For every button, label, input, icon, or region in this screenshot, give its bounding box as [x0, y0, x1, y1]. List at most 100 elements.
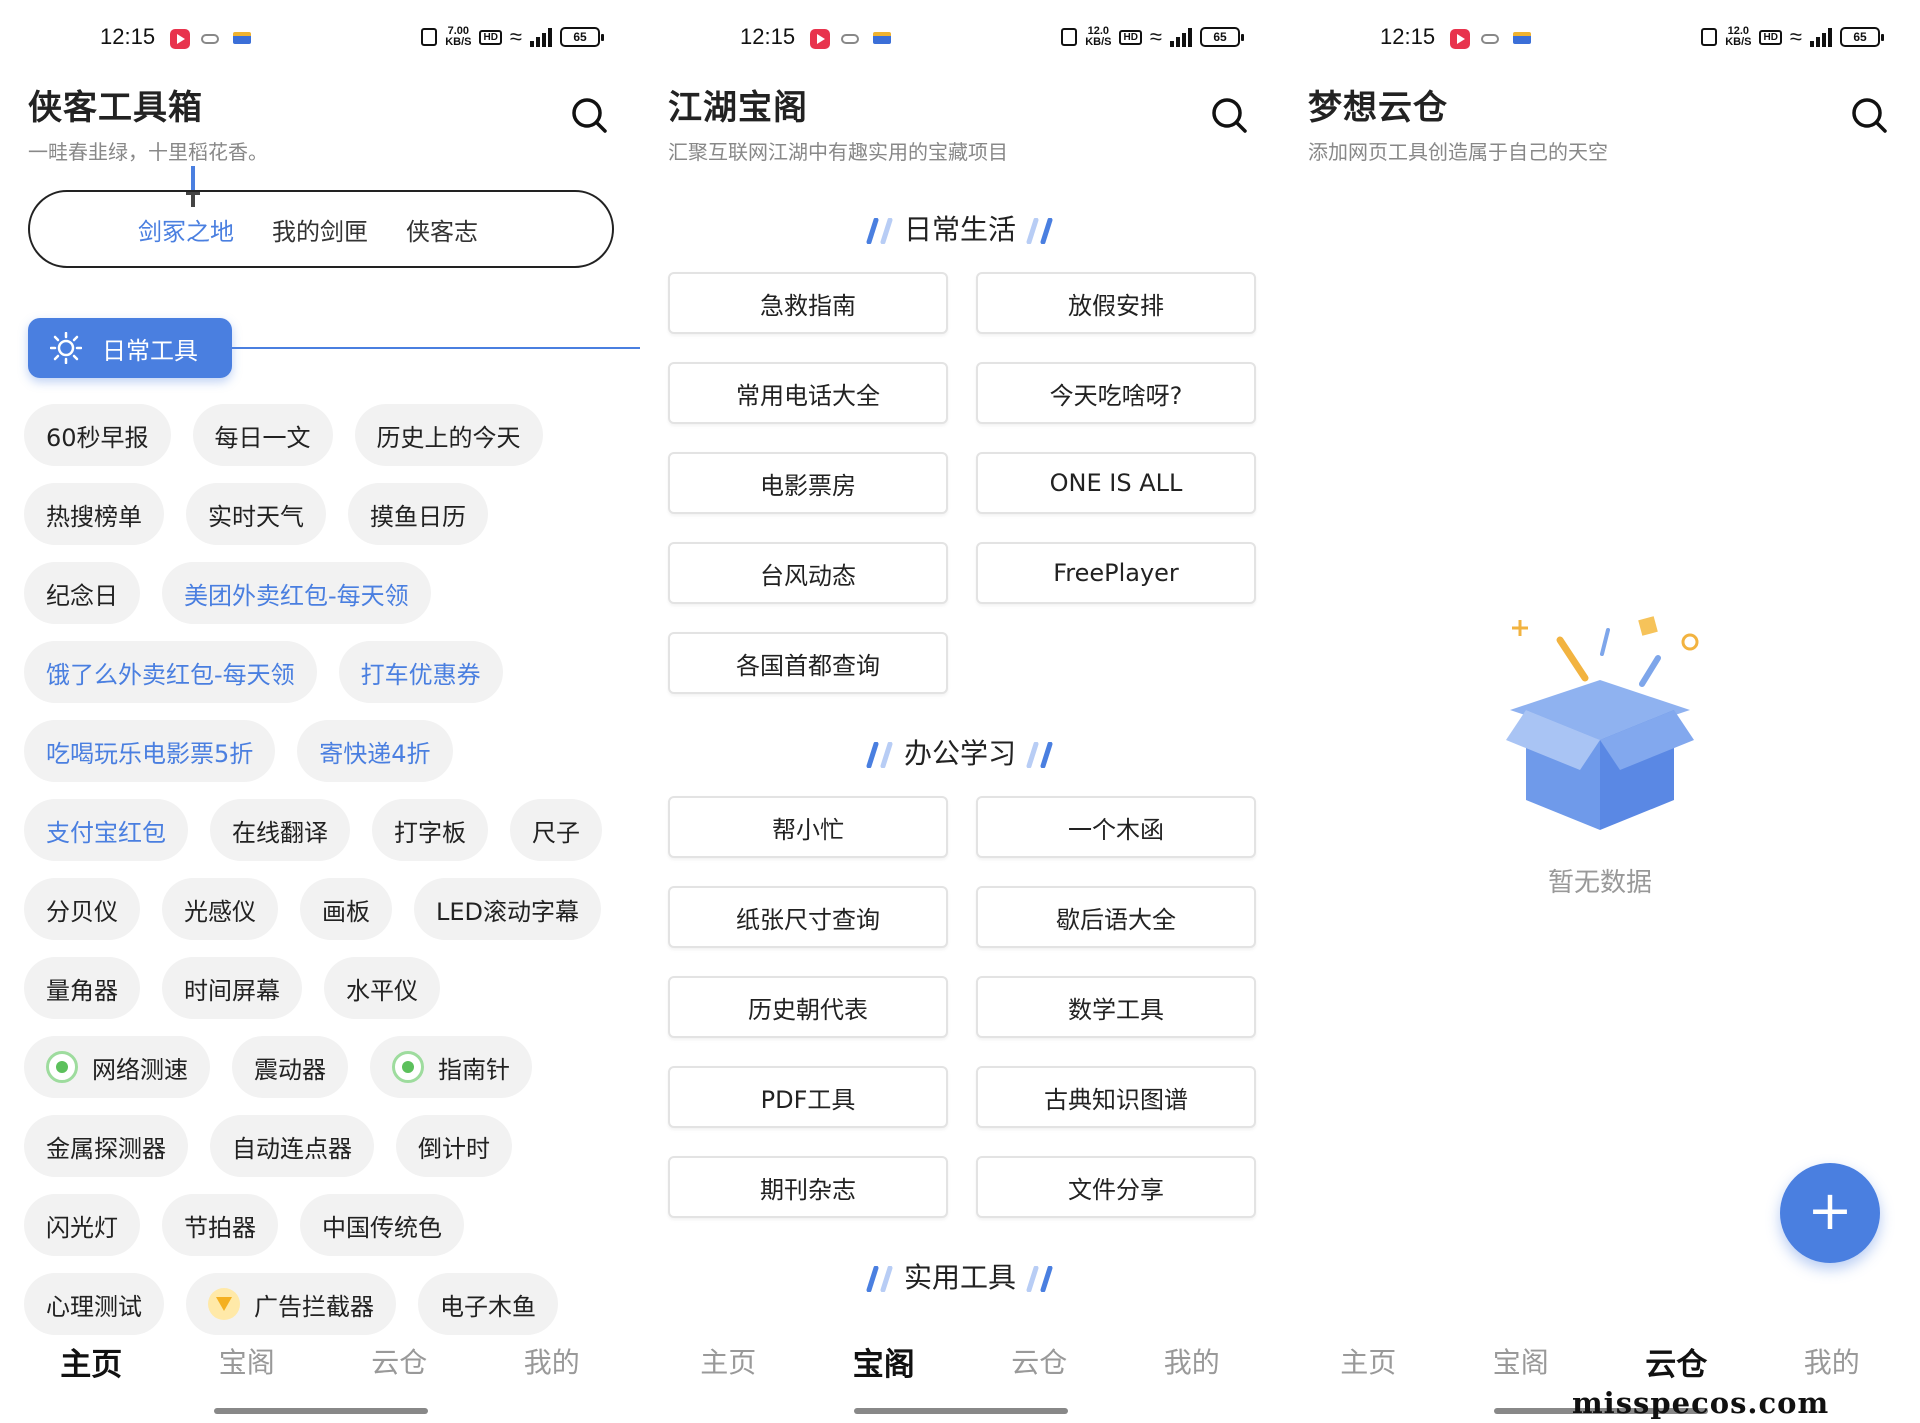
nav-cloud[interactable]: 云仓: [1645, 1339, 1707, 1384]
nav-home[interactable]: 主页: [700, 1341, 756, 1381]
tool-chip-label: 美团外卖红包-每天领: [184, 581, 409, 610]
home-indicator[interactable]: [854, 1408, 1068, 1414]
empty-state-text: 暂无数据: [1547, 868, 1652, 898]
tool-chip[interactable]: 震动器: [232, 1036, 348, 1098]
tool-chip[interactable]: 纪念日: [24, 562, 140, 624]
treasure-card[interactable]: 各国首都查询: [668, 632, 948, 694]
tool-chip[interactable]: 打车优惠券: [338, 641, 503, 703]
tool-chip[interactable]: 60秒早报: [24, 404, 171, 466]
home-indicator[interactable]: [214, 1408, 428, 1414]
tool-chip[interactable]: 自动连点器: [210, 1115, 374, 1177]
tool-chip[interactable]: 寄快递4折: [297, 720, 453, 782]
nav-cloud[interactable]: 云仓: [371, 1341, 427, 1381]
tool-chip[interactable]: 热搜榜单: [24, 483, 164, 545]
wallet-app-icon: [873, 32, 891, 44]
treasure-card[interactable]: FreePlayer: [976, 542, 1256, 604]
tool-chip[interactable]: 吃喝玩乐电影票5折: [24, 720, 276, 782]
nav-home[interactable]: 主页: [60, 1339, 122, 1384]
treasure-card[interactable]: 文件分享: [976, 1156, 1256, 1218]
tool-chip[interactable]: 倒计时: [396, 1115, 512, 1177]
tool-chip[interactable]: 在线翻译: [210, 799, 350, 861]
tool-chip[interactable]: 历史上的今天: [354, 404, 543, 466]
radar-icon: [392, 1051, 424, 1083]
search-icon[interactable]: [1850, 96, 1888, 134]
tool-chip-label: 饿了么外卖红包-每天领: [46, 660, 295, 689]
nav-treasure[interactable]: 宝阁: [853, 1339, 915, 1384]
bottom-nav: 主页 宝阁 云仓 我的: [1280, 1336, 1920, 1386]
tool-chip[interactable]: 网络测速: [24, 1036, 210, 1098]
tab-my-sword-box[interactable]: 我的剑匣: [272, 212, 368, 247]
search-icon[interactable]: [1210, 96, 1248, 134]
tool-chip[interactable]: 指南针: [370, 1036, 532, 1098]
treasure-card[interactable]: 台风动态: [668, 542, 948, 604]
treasure-card[interactable]: 帮小忙: [668, 796, 948, 858]
tool-chip[interactable]: 支付宝红包: [24, 799, 188, 861]
nav-mine[interactable]: 我的: [1164, 1341, 1220, 1381]
tool-chip-label: 尺子: [532, 818, 580, 847]
tab-hero-log[interactable]: 侠客志: [406, 212, 478, 247]
tool-chip[interactable]: 时间屏幕: [162, 957, 302, 1019]
search-icon[interactable]: [570, 96, 608, 134]
treasure-card[interactable]: 电影票房: [668, 452, 948, 514]
tool-chip[interactable]: 分贝仪: [24, 878, 140, 940]
treasure-card[interactable]: 纸张尺寸查询: [668, 886, 948, 948]
segmented-tabs: 剑冢之地 我的剑匣 侠客志: [28, 190, 614, 268]
tool-chip[interactable]: 金属探测器: [24, 1115, 188, 1177]
hd-icon: HD: [479, 29, 502, 45]
tool-chip[interactable]: 水平仪: [324, 957, 440, 1019]
treasure-card[interactable]: PDF工具: [668, 1066, 948, 1128]
treasure-card[interactable]: 一个木函: [976, 796, 1256, 858]
tool-chip[interactable]: 电子木鱼: [418, 1273, 558, 1335]
treasure-card[interactable]: 数学工具: [976, 976, 1256, 1038]
page-title: 江湖宝阁: [668, 88, 808, 128]
video-app-icon: [810, 29, 830, 49]
slash-deco-icon: [866, 742, 893, 768]
tool-chip[interactable]: 光感仪: [162, 878, 278, 940]
nav-mine[interactable]: 我的: [1804, 1341, 1860, 1381]
tool-chip-label: 打车优惠券: [360, 660, 481, 689]
treasure-card[interactable]: 歇后语大全: [976, 886, 1256, 948]
bottom-nav: 主页 宝阁 云仓 我的: [0, 1336, 640, 1386]
treasure-card[interactable]: ONE IS ALL: [976, 452, 1256, 514]
nav-treasure[interactable]: 宝阁: [219, 1341, 275, 1381]
page-subtitle: 添加网页工具创造属于自己的天空: [1308, 140, 1608, 164]
sun-icon: [50, 332, 82, 364]
tool-chip[interactable]: 中国传统色: [300, 1194, 464, 1256]
bottom-nav: 主页 宝阁 云仓 我的: [640, 1336, 1280, 1386]
tool-chip[interactable]: 画板: [300, 878, 392, 940]
nav-mine[interactable]: 我的: [524, 1341, 580, 1381]
wallet-app-icon: [233, 32, 251, 44]
treasure-card[interactable]: 急救指南: [668, 272, 948, 334]
tool-chip[interactable]: 每日一文: [192, 404, 333, 466]
tool-chip[interactable]: 广告拦截器: [186, 1273, 396, 1335]
category-header-office: 办公学习: [640, 732, 1280, 772]
tool-chip[interactable]: 美团外卖红包-每天领: [162, 562, 431, 624]
treasure-card[interactable]: 放假安排: [976, 272, 1256, 334]
add-button[interactable]: +: [1780, 1163, 1880, 1263]
tool-chip[interactable]: 实时天气: [186, 483, 326, 545]
tool-chip[interactable]: 心理测试: [24, 1273, 164, 1335]
tool-chip[interactable]: 节拍器: [162, 1194, 278, 1256]
nav-cloud[interactable]: 云仓: [1011, 1341, 1067, 1381]
tool-chip[interactable]: 摸鱼日历: [348, 483, 488, 545]
tab-sword-land[interactable]: 剑冢之地: [138, 212, 234, 247]
treasure-card[interactable]: 历史朝代表: [668, 976, 948, 1038]
treasure-card[interactable]: 古典知识图谱: [976, 1066, 1256, 1128]
tool-chip[interactable]: LED滚动字幕: [414, 878, 602, 940]
tool-chip[interactable]: 尺子: [510, 799, 602, 861]
tool-chip[interactable]: 量角器: [24, 957, 140, 1019]
tool-chip[interactable]: 打字板: [372, 799, 488, 861]
treasure-card[interactable]: 今天吃啥呀?: [976, 362, 1256, 424]
nav-home[interactable]: 主页: [1340, 1341, 1396, 1381]
treasure-card[interactable]: 期刊杂志: [668, 1156, 948, 1218]
cloud-screen: 12:15 12.0 KB/S HD ≈ 65 梦想云仓 添加网页工具创造属于自…: [1280, 0, 1920, 1423]
nav-treasure[interactable]: 宝阁: [1493, 1341, 1549, 1381]
chip-row: 吃喝玩乐电影票5折 寄快递4折: [24, 720, 624, 782]
category-grid-office: 帮小忙 一个木函 纸张尺寸查询 歇后语大全 历史朝代表 数学工具 PDF工具 古典知识图谱 期刊…: [668, 796, 1256, 1218]
signal-icon: [1170, 27, 1192, 47]
tool-chip[interactable]: 饿了么外卖红包-每天领: [24, 641, 317, 703]
signal-icon: [1810, 27, 1832, 47]
category-title: 办公学习: [903, 737, 1016, 770]
tool-chip[interactable]: 闪光灯: [24, 1194, 140, 1256]
treasure-card[interactable]: 常用电话大全: [668, 362, 948, 424]
